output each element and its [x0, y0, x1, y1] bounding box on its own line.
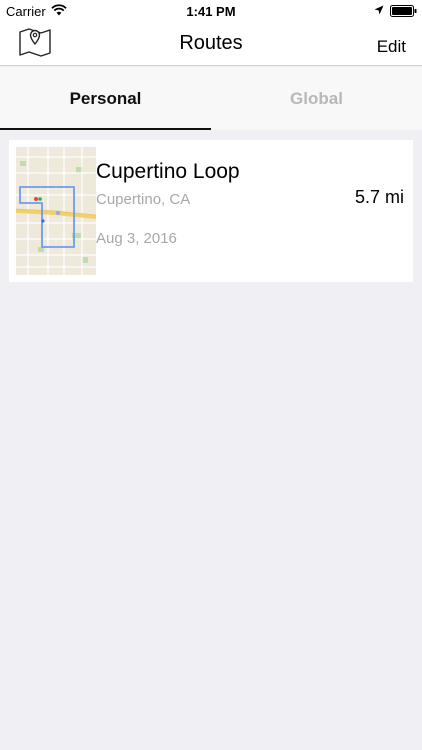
route-list-item[interactable]: Cupertino Loop Cupertino, CA Aug 3, 2016… [9, 140, 413, 282]
route-location: Cupertino, CA [96, 191, 191, 208]
selected-tab-indicator [0, 128, 211, 130]
location-arrow-icon [374, 5, 384, 15]
tab-personal[interactable]: Personal [0, 67, 211, 130]
status-bar: Carrier 1:41 PM [0, 0, 422, 22]
route-date: Aug 3, 2016 [96, 230, 177, 247]
tab-global[interactable]: Global [211, 67, 422, 130]
edit-button[interactable]: Edit [377, 37, 406, 57]
clock: 1:41 PM [186, 4, 236, 19]
navigation-bar: Routes Edit [0, 22, 422, 66]
page-title: Routes [179, 32, 243, 54]
route-tabs: Personal Global [0, 67, 422, 130]
screen: Carrier 1:41 PM Routes Edit Personal Glo… [0, 0, 422, 750]
route-name: Cupertino Loop [96, 160, 240, 183]
route-map-thumbnail [16, 147, 96, 275]
battery-icon [390, 5, 417, 17]
route-distance: 5.7 mi [354, 187, 404, 207]
